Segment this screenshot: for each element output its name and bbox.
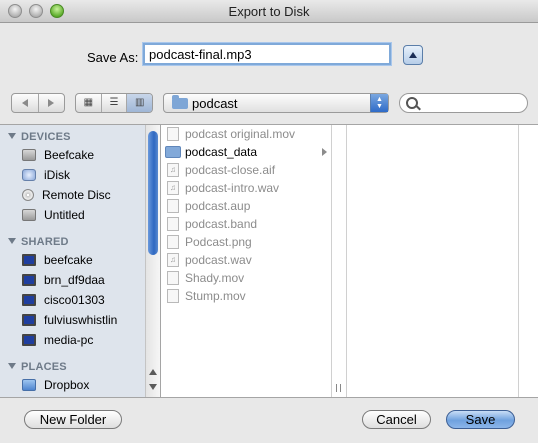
file-item[interactable]: ♫ podcast-intro.wav	[161, 179, 331, 197]
save-as-area: Save As:	[0, 23, 538, 87]
sidebar-section-shared[interactable]: SHARED	[8, 236, 69, 248]
sidebar-section-places[interactable]: PLACES	[8, 361, 67, 373]
save-as-input[interactable]	[143, 43, 391, 65]
sidebar-item-idisk[interactable]: iDisk	[22, 166, 144, 184]
sidebar-item-label: fulviuswhistlin	[44, 313, 118, 327]
movie-file-icon	[167, 289, 179, 303]
sidebar-item-label: Untitled	[44, 208, 85, 222]
hard-drive-icon	[22, 149, 36, 161]
audio-file-icon: ♫	[167, 253, 179, 267]
search-input[interactable]	[420, 95, 524, 112]
scroll-down-arrow-icon[interactable]	[149, 384, 157, 390]
folder-item[interactable]: podcast_data	[161, 143, 331, 161]
save-button[interactable]: Save	[446, 410, 515, 429]
list-view-button[interactable]: ☰	[102, 94, 128, 112]
document-file-icon	[167, 199, 179, 213]
disclosure-triangle-icon	[8, 363, 16, 369]
dropbox-folder-icon	[22, 379, 36, 391]
sidebar-item-beefcake-drive[interactable]: Beefcake	[22, 146, 144, 164]
back-button[interactable]	[12, 94, 39, 112]
document-file-icon	[167, 217, 179, 231]
title-bar: Export to Disk	[0, 0, 538, 23]
file-item[interactable]: Podcast.png	[161, 233, 331, 251]
new-folder-button[interactable]: New Folder	[24, 410, 122, 429]
sidebar-item-label: brn_df9daa	[44, 273, 105, 287]
sidebar-item-untitled[interactable]: Untitled	[22, 206, 144, 224]
save-as-label: Save As:	[87, 50, 139, 65]
location-popup[interactable]: podcast ▲ ▼	[163, 93, 389, 113]
audio-file-icon: ♫	[167, 163, 179, 177]
collapse-dialog-button[interactable]	[403, 45, 423, 65]
network-computer-icon	[22, 254, 36, 266]
hard-drive-icon	[22, 209, 36, 221]
disclosure-triangle-icon	[8, 133, 16, 139]
file-browser: DEVICES Beefcake iDisk Remote Disc Untit…	[0, 124, 538, 398]
file-item[interactable]: ♫ podcast-close.aif	[161, 161, 331, 179]
network-computer-icon	[22, 274, 36, 286]
column-view-button[interactable]: ▥	[127, 94, 152, 112]
chevron-up-icon	[409, 52, 417, 58]
forward-button[interactable]	[39, 94, 65, 112]
idisk-icon	[22, 169, 36, 181]
chevron-right-icon	[322, 148, 327, 156]
cancel-button[interactable]: Cancel	[362, 410, 431, 429]
sidebar-item-dropbox[interactable]: Dropbox	[22, 376, 144, 394]
sidebar-item-label: Beefcake	[44, 148, 95, 162]
sidebar-section-devices[interactable]: DEVICES	[8, 131, 71, 143]
icon-view-icon: ▦	[83, 97, 94, 108]
sidebar-scrollbar-thumb[interactable]	[148, 131, 158, 255]
folder-icon	[172, 95, 188, 109]
sidebar-item-label: Dropbox	[44, 378, 90, 392]
file-item[interactable]: podcast.aup	[161, 197, 331, 215]
file-item[interactable]: ♫ podcast.wav	[161, 251, 331, 269]
sidebar-item-remote-disc[interactable]: Remote Disc	[22, 186, 144, 204]
movie-file-icon	[167, 271, 179, 285]
sidebar-item-fulviuswhistlin[interactable]: fulviuswhistlin	[22, 311, 144, 329]
file-column: podcast original.mov podcast_data ♫ podca…	[161, 125, 332, 397]
navigation-toolbar: ▦ ☰ ▥ podcast ▲ ▼	[0, 87, 538, 124]
column-resize-handle[interactable]	[336, 384, 341, 392]
sidebar-item-media-pc[interactable]: media-pc	[22, 331, 144, 349]
folder-icon	[165, 146, 181, 158]
network-computer-icon	[22, 334, 36, 346]
sidebar-item-brn-df9daa[interactable]: brn_df9daa	[22, 271, 144, 289]
button-bar: New Folder Cancel Save	[0, 398, 538, 443]
forward-arrow-icon	[48, 99, 55, 107]
disc-icon	[22, 189, 34, 201]
sidebar-item-label: Remote Disc	[42, 188, 111, 202]
disclosure-triangle-icon	[8, 238, 16, 244]
search-icon	[406, 97, 418, 109]
file-item[interactable]: Shady.mov	[161, 269, 331, 287]
empty-column	[332, 125, 347, 397]
empty-column	[347, 125, 519, 397]
export-dialog: Export to Disk Save As: ▦ ☰ ▥ podcast ▲▼…	[0, 0, 538, 443]
sidebar: DEVICES Beefcake iDisk Remote Disc Untit…	[0, 125, 161, 397]
sidebar-scrollbar[interactable]	[145, 125, 160, 397]
window-title: Export to Disk	[228, 4, 310, 19]
network-computer-icon	[22, 294, 36, 306]
back-forward-control	[11, 93, 65, 113]
movie-file-icon	[167, 127, 179, 141]
sidebar-item-label: beefcake	[44, 253, 93, 267]
file-item[interactable]: podcast original.mov	[161, 125, 331, 143]
sidebar-item-beefcake-shared[interactable]: beefcake	[22, 251, 158, 269]
location-label: podcast	[192, 96, 238, 111]
column-view-icon: ▥	[134, 97, 145, 108]
icon-view-button[interactable]: ▦	[76, 94, 102, 112]
file-item[interactable]: Stump.mov	[161, 287, 331, 305]
list-view-icon: ☰	[109, 97, 119, 108]
sidebar-item-label: cisco01303	[44, 293, 105, 307]
sidebar-item-cisco01303[interactable]: cisco01303	[22, 291, 144, 309]
sidebar-item-label: media-pc	[44, 333, 94, 347]
popup-arrows-icon: ▲ ▼	[370, 94, 388, 112]
image-file-icon	[167, 235, 179, 249]
network-computer-icon	[22, 314, 36, 326]
file-item[interactable]: podcast.band	[161, 215, 331, 233]
view-mode-control: ▦ ☰ ▥	[75, 93, 153, 113]
sidebar-item-label: iDisk	[44, 168, 70, 182]
back-arrow-icon	[21, 99, 28, 107]
scroll-up-arrow-icon[interactable]	[149, 369, 157, 375]
search-field[interactable]	[399, 93, 528, 113]
audio-file-icon: ♫	[167, 181, 179, 195]
